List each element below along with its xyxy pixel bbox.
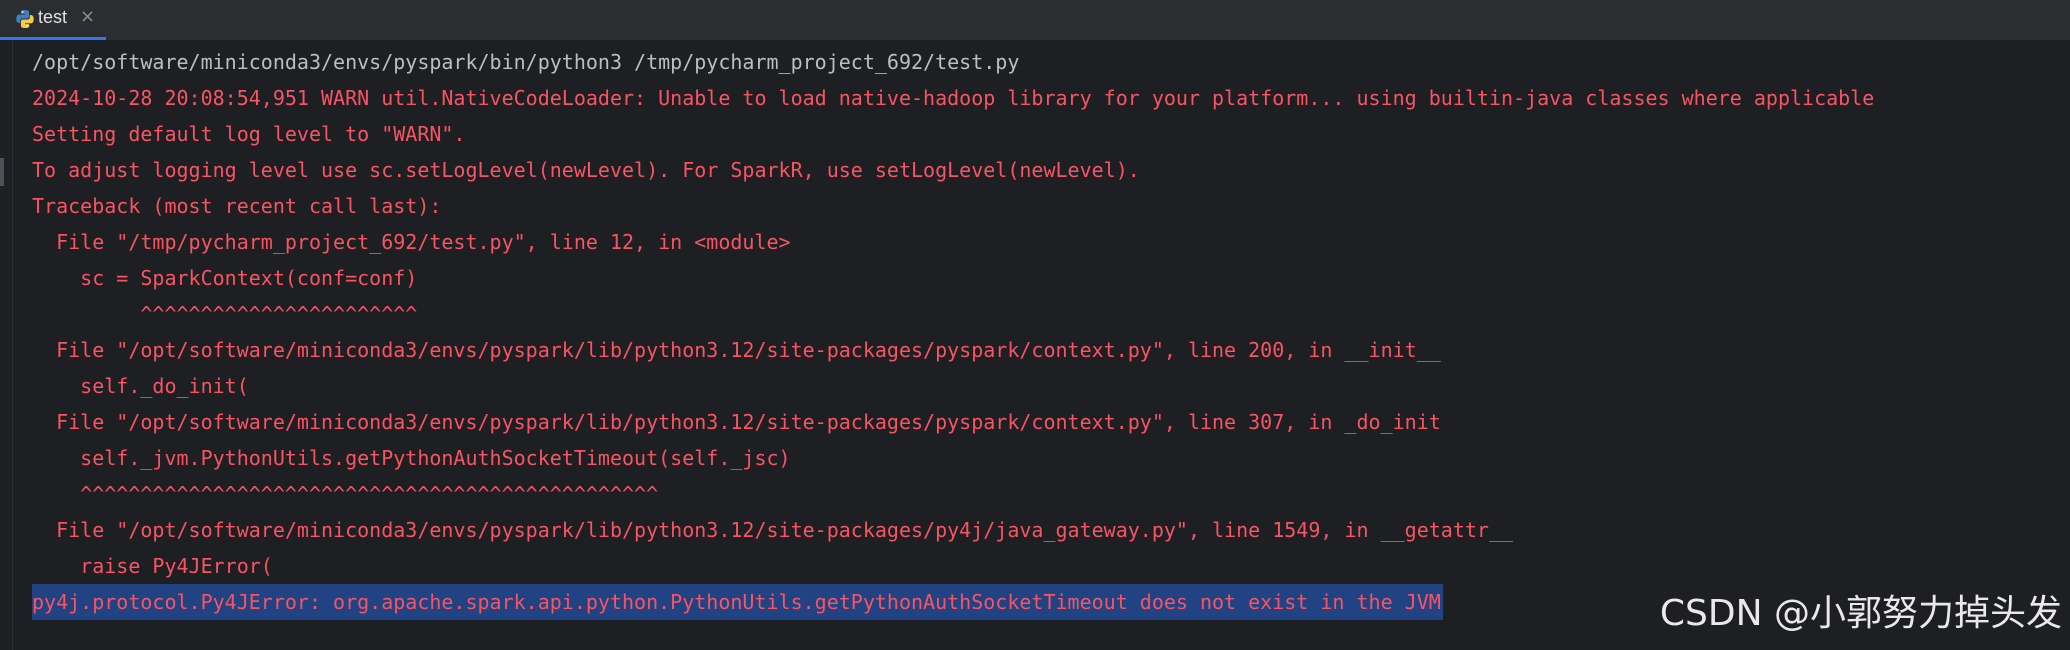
console-line: 2024-10-28 20:08:54,951 WARN util.Native… — [32, 86, 1875, 110]
traceback-file-link[interactable]: File "/opt/software/miniconda3/envs/pysp… — [32, 404, 1441, 440]
console-line: Setting default log level to "WARN". — [32, 122, 466, 146]
console-line: ^^^^^^^^^^^^^^^^^^^^^^^ — [32, 302, 418, 326]
console-line: To adjust logging level use sc.setLogLev… — [32, 158, 1140, 182]
run-tab-bar: test × — [0, 0, 2070, 40]
close-icon[interactable]: × — [80, 5, 95, 29]
console-line: sc = SparkContext(conf=conf) — [32, 266, 418, 290]
tab-label: test — [38, 7, 68, 27]
gutter-marker — [0, 158, 4, 186]
watermark: CSDN @小郭努力掉头发 — [1659, 593, 2062, 634]
traceback-file-link[interactable]: File "/opt/software/miniconda3/envs/pysp… — [32, 512, 1513, 548]
console-gutter — [0, 40, 13, 650]
console-line: self._jvm.PythonUtils.getPythonAuthSocke… — [32, 446, 791, 470]
console-line: ^^^^^^^^^^^^^^^^^^^^^^^^^^^^^^^^^^^^^^^^… — [32, 482, 659, 506]
console-line: self._do_init( — [32, 374, 249, 398]
console-line-command: /opt/software/miniconda3/envs/pyspark/bi… — [32, 50, 1020, 74]
run-console-window: test × /opt/software/miniconda3/envs/pys… — [0, 0, 2070, 650]
tab-test[interactable]: test × — [0, 0, 106, 40]
console-line: Traceback (most recent call last): — [32, 194, 442, 218]
python-icon — [14, 8, 36, 30]
selected-error-line[interactable]: py4j.protocol.Py4JError: org.apache.spar… — [32, 584, 1443, 620]
active-tab-indicator — [0, 37, 106, 40]
traceback-file-link[interactable]: File "/opt/software/miniconda3/envs/pysp… — [32, 332, 1441, 368]
console-line: raise Py4JError( — [32, 554, 273, 578]
traceback-file-link[interactable]: File "/tmp/pycharm_project_692/test.py",… — [32, 224, 791, 260]
